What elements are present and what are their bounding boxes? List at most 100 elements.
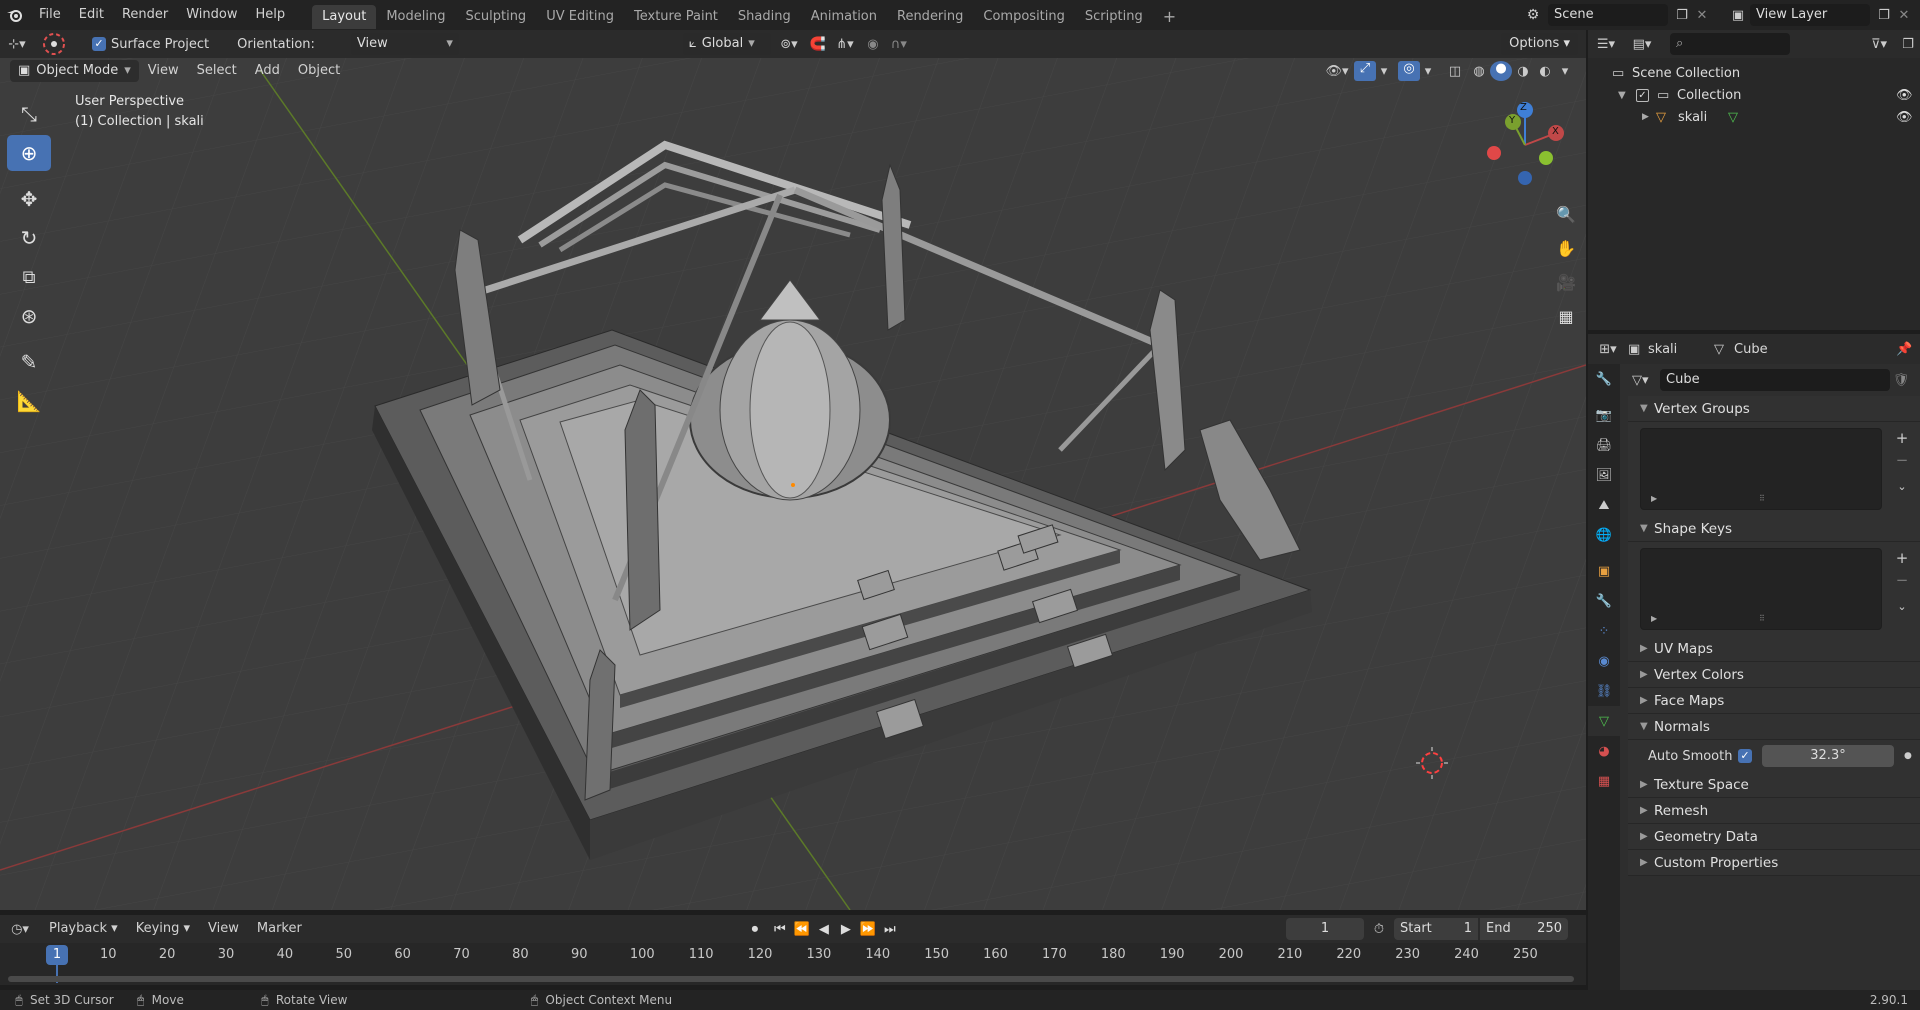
- tab-animation[interactable]: Animation: [801, 5, 887, 29]
- editor-type-icon[interactable]: ⊹▾: [0, 37, 34, 52]
- physics-tab-icon[interactable]: ◉: [1588, 646, 1620, 676]
- wireframe-shading-icon[interactable]: ◍: [1468, 64, 1490, 79]
- fake-user-icon[interactable]: 🛡: [1890, 373, 1912, 388]
- scene-tab-icon[interactable]: ⛰: [1588, 490, 1620, 520]
- texture-tab-icon[interactable]: ▦: [1588, 766, 1620, 796]
- shading-dropdown-icon[interactable]: ▾: [1556, 64, 1574, 79]
- outliner-editor-icon[interactable]: ☰▾: [1588, 37, 1624, 52]
- tab-uv-editing[interactable]: UV Editing: [536, 5, 624, 29]
- particles-tab-icon[interactable]: ⁘: [1588, 616, 1620, 646]
- tab-compositing[interactable]: Compositing: [973, 5, 1075, 29]
- annotate-tool[interactable]: ✎: [7, 344, 51, 380]
- measure-tool[interactable]: 📐: [7, 383, 51, 419]
- add-vertex-group-button[interactable]: +: [1892, 428, 1912, 448]
- mesh-data-icon[interactable]: ▽: [1728, 110, 1738, 125]
- keyframe-dot-icon[interactable]: ●: [1904, 751, 1912, 761]
- shape-keys-panel-header[interactable]: ▼ Shape Keys: [1628, 516, 1920, 542]
- menu-window[interactable]: Window: [177, 0, 246, 30]
- rotate-tool[interactable]: ↻: [7, 220, 51, 256]
- navigation-gizmo[interactable]: Z X Y: [1480, 100, 1570, 190]
- pivot-point-icon[interactable]: ⊚▾: [771, 37, 807, 52]
- viewport-3d[interactable]: ⊹▾ ✓ Surface Project Orientation: View ▾ …: [0, 30, 1586, 910]
- gizmo-toggle-icon[interactable]: ⤢: [1354, 61, 1376, 81]
- menu-select[interactable]: Select: [188, 56, 246, 86]
- vertex-colors-panel-header[interactable]: ▶ Vertex Colors: [1628, 662, 1920, 688]
- tab-layout[interactable]: Layout: [312, 5, 377, 29]
- world-tab-icon[interactable]: 🌐: [1588, 520, 1620, 550]
- view-layer-field[interactable]: View Layer: [1750, 4, 1870, 26]
- scale-tool[interactable]: ⧉: [7, 259, 51, 295]
- overlays-dropdown-icon[interactable]: ▾: [1420, 64, 1436, 79]
- list-resize-grip-icon[interactable]: ⠿: [1759, 614, 1765, 623]
- outliner-scene-collection[interactable]: ▭ Scene Collection: [1588, 62, 1920, 84]
- mesh-data-icon[interactable]: ▽▾: [1628, 373, 1660, 388]
- stopwatch-icon[interactable]: ⏱: [1364, 922, 1394, 937]
- keying-dropdown[interactable]: Keying ▾: [127, 914, 199, 944]
- grid-view-icon[interactable]: ▦: [1552, 302, 1580, 330]
- delete-scene-icon[interactable]: ✕: [1692, 8, 1712, 23]
- menu-edit[interactable]: Edit: [70, 0, 113, 30]
- menu-view[interactable]: View: [139, 56, 188, 86]
- list-resize-grip-icon[interactable]: ⠿: [1759, 494, 1765, 503]
- timeline-editor-icon[interactable]: ◷▾: [0, 922, 40, 937]
- remove-vertex-group-button[interactable]: −: [1892, 450, 1912, 470]
- shape-keys-list[interactable]: ▶ ⠿: [1640, 548, 1882, 630]
- camera-icon[interactable]: 🎥: [1552, 268, 1580, 296]
- tab-scripting[interactable]: Scripting: [1075, 5, 1153, 29]
- transform-tool[interactable]: ⊛: [7, 298, 51, 334]
- add-shape-key-button[interactable]: +: [1892, 548, 1912, 568]
- tab-texture-paint[interactable]: Texture Paint: [624, 5, 728, 29]
- outliner-search[interactable]: ⌕: [1670, 33, 1790, 55]
- delete-view-layer-icon[interactable]: ✕: [1894, 8, 1914, 23]
- transform-orientation-dropdown[interactable]: ⟀ Global ▾: [682, 33, 771, 55]
- constraints-tab-icon[interactable]: ⛓: [1588, 676, 1620, 706]
- snap-target-icon[interactable]: ⋔▾: [829, 37, 861, 52]
- surface-project-checkbox[interactable]: ✓: [92, 37, 106, 51]
- render-tab-icon[interactable]: 📷: [1588, 400, 1620, 430]
- remesh-panel-header[interactable]: ▶ Remesh: [1628, 798, 1920, 824]
- eye-icon[interactable]: 👁: [1896, 110, 1920, 125]
- pin-icon[interactable]: 📌: [1896, 342, 1920, 357]
- face-maps-panel-header[interactable]: ▶ Face Maps: [1628, 688, 1920, 714]
- falloff-icon[interactable]: ∩▾: [885, 37, 913, 52]
- vertex-group-specials-icon[interactable]: ⌄: [1892, 476, 1912, 496]
- remove-shape-key-button[interactable]: −: [1892, 570, 1912, 590]
- jump-next-key-button[interactable]: ⏩: [857, 922, 879, 937]
- menu-help[interactable]: Help: [247, 0, 295, 30]
- custom-properties-panel-header[interactable]: ▶ Custom Properties: [1628, 850, 1920, 876]
- object-tab-icon[interactable]: ▣: [1588, 556, 1620, 586]
- material-tab-icon[interactable]: ◕: [1588, 736, 1620, 766]
- record-button[interactable]: ⏺: [741, 922, 769, 937]
- tab-shading[interactable]: Shading: [728, 5, 801, 29]
- timeline-track[interactable]: 10 20 30 40 50 60 70 80 90 100 110 120 130 140 150 160 1…: [0, 943, 1586, 985]
- output-tab-icon[interactable]: 🖨: [1588, 430, 1620, 460]
- play-button[interactable]: ▶: [835, 922, 857, 937]
- list-expand-icon[interactable]: ▶: [1651, 614, 1657, 623]
- timeline-scrollbar[interactable]: [8, 976, 1574, 982]
- new-view-layer-icon[interactable]: ❐: [1874, 8, 1894, 23]
- start-frame-field[interactable]: Start 1: [1394, 918, 1478, 940]
- normals-panel-header[interactable]: ▼ Normals: [1628, 714, 1920, 740]
- scene-selector-icon[interactable]: ⚙: [1518, 7, 1548, 23]
- cursor-tool-icon[interactable]: [34, 31, 74, 57]
- options-dropdown[interactable]: Options ▾: [1501, 33, 1578, 55]
- mesh-name-field[interactable]: Cube: [1660, 369, 1890, 391]
- menu-render[interactable]: Render: [113, 0, 177, 30]
- shape-key-specials-icon[interactable]: ⌄: [1892, 596, 1912, 616]
- modifier-tab-icon[interactable]: 🔧: [1588, 586, 1620, 616]
- mesh-data-tab-icon[interactable]: ▽: [1588, 706, 1620, 736]
- menu-object[interactable]: Object: [289, 56, 349, 86]
- filter-icon[interactable]: ⊽▾: [1862, 37, 1896, 52]
- tool-tab-icon[interactable]: 🔧: [1588, 364, 1620, 394]
- current-frame-field[interactable]: 1: [1286, 918, 1364, 940]
- tab-sculpting[interactable]: Sculpting: [455, 5, 536, 29]
- uv-maps-panel-header[interactable]: ▶ UV Maps: [1628, 636, 1920, 662]
- scene-field[interactable]: Scene: [1548, 4, 1668, 26]
- add-workspace-button[interactable]: +: [1153, 5, 1186, 29]
- playback-dropdown[interactable]: Playback ▾: [40, 914, 127, 944]
- play-reverse-button[interactable]: ◀: [813, 922, 835, 937]
- snap-icon[interactable]: 🧲: [807, 37, 829, 52]
- xray-icon[interactable]: ◫: [1442, 64, 1468, 79]
- mode-dropdown[interactable]: ▣ Object Mode ▾: [10, 60, 139, 82]
- rendered-shading-icon[interactable]: ◐: [1534, 64, 1556, 79]
